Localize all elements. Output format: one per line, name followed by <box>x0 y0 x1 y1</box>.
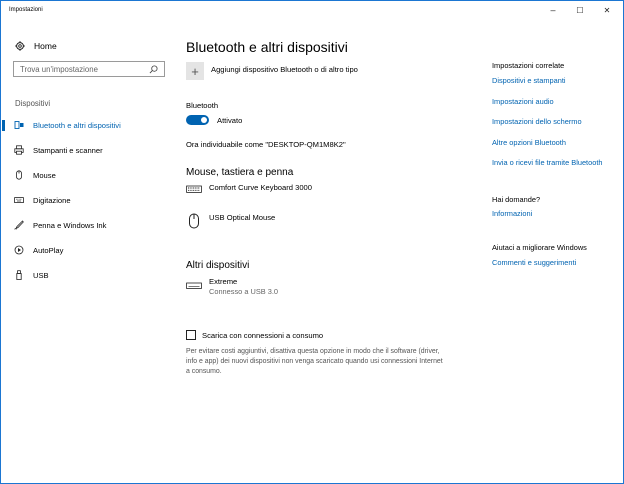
keyboard-icon <box>186 183 202 193</box>
link-devices-printers[interactable]: Dispositivi e stampanti <box>492 76 566 85</box>
bluetooth-state: Attivato <box>217 115 243 125</box>
bluetooth-toggle-row: Attivato <box>186 115 242 125</box>
sidebar-item-label: AutoPlay <box>33 245 64 255</box>
sidebar-item-label: Digitazione <box>33 195 71 205</box>
sidebar-item-printers[interactable]: Stampanti e scanner <box>1 140 173 160</box>
home-label: Home <box>34 41 57 51</box>
add-device-button[interactable]: + Aggiungi dispositivo Bluetooth o di al… <box>186 62 358 80</box>
other-section-title: Altri dispositivi <box>186 260 250 271</box>
home-nav-item[interactable]: Home <box>15 41 57 51</box>
autoplay-icon <box>14 245 24 255</box>
device-name: Comfort Curve Keyboard 3000 <box>209 183 312 192</box>
gear-icon <box>15 41 25 51</box>
sidebar-item-label: Mouse <box>33 170 56 180</box>
discoverable-text: Ora individuabile come "DESKTOP-QM1M8K2" <box>186 140 346 149</box>
related-settings-panel: Impostazioni correlate Dispositivi e sta… <box>492 19 622 484</box>
sidebar-section-label: Dispositivi <box>15 99 51 108</box>
search-input[interactable] <box>14 64 144 74</box>
metered-checkbox[interactable] <box>186 330 196 340</box>
main-content: Bluetooth e altri dispositivi + Aggiungi… <box>173 19 473 484</box>
sidebar-item-mouse[interactable]: Mouse <box>1 165 173 185</box>
sidebar-item-usb[interactable]: USB <box>1 265 173 285</box>
mouse-section-title: Mouse, tastiera e penna <box>186 167 294 178</box>
bluetooth-devices-icon <box>14 120 24 130</box>
link-display-settings[interactable]: Impostazioni dello schermo <box>492 117 582 126</box>
maximize-button[interactable]: ☐ <box>566 1 594 19</box>
sidebar: Home Dispositivi Bluetooth e altri dispo… <box>1 19 173 484</box>
device-status: Connesso a USB 3.0 <box>209 287 279 296</box>
page-title: Bluetooth e altri dispositivi <box>186 39 348 55</box>
device-name: USB Optical Mouse <box>209 213 276 222</box>
plus-icon: + <box>186 62 204 80</box>
device-name: Extreme <box>209 277 238 286</box>
title-bar[interactable]: Impostazioni – ☐ ✕ <box>1 1 623 19</box>
window-title: Impostazioni <box>9 7 43 13</box>
settings-window: Impostazioni – ☐ ✕ Home Dispositivi <box>0 0 624 484</box>
sidebar-item-label: Bluetooth e altri dispositivi <box>33 120 121 130</box>
link-info[interactable]: Informazioni <box>492 209 532 218</box>
device-keyboard[interactable]: Comfort Curve Keyboard 3000 <box>186 183 312 193</box>
improve-heading: Aiutaci a migliorare Windows <box>492 243 587 252</box>
add-device-label: Aggiungi dispositivo Bluetooth o di altr… <box>211 64 358 74</box>
bluetooth-toggle[interactable] <box>186 115 209 125</box>
link-more-bluetooth[interactable]: Altre opzioni Bluetooth <box>492 138 566 147</box>
minimize-button[interactable]: – <box>539 1 567 19</box>
sidebar-item-label: Stampanti e scanner <box>33 145 103 155</box>
sidebar-item-label: USB <box>33 270 49 280</box>
mouse-icon <box>186 213 202 229</box>
sidebar-item-bluetooth[interactable]: Bluetooth e altri dispositivi <box>1 115 173 135</box>
close-button[interactable]: ✕ <box>593 1 621 19</box>
bluetooth-label: Bluetooth <box>186 101 219 110</box>
metered-description: Per evitare costi aggiuntivi, disattiva … <box>186 348 443 375</box>
sidebar-item-autoplay[interactable]: AutoPlay <box>1 240 173 260</box>
pen-icon <box>14 220 24 230</box>
sidebar-item-pen[interactable]: Penna e Windows Ink <box>1 215 173 235</box>
link-feedback[interactable]: Commenti e suggerimenti <box>492 258 576 267</box>
printer-icon <box>14 145 24 155</box>
device-mouse[interactable]: USB Optical Mouse <box>186 213 275 229</box>
device-extreme[interactable]: Extreme Connesso a USB 3.0 <box>186 277 278 296</box>
metered-checkbox-row[interactable]: Scarica con connessioni a consumo <box>186 330 323 340</box>
link-send-receive-bluetooth[interactable]: Invia o ricevi file tramite Bluetooth <box>492 158 603 167</box>
link-audio-settings[interactable]: Impostazioni audio <box>492 97 554 106</box>
search-icon <box>149 65 158 74</box>
usb-drive-icon <box>186 282 202 290</box>
keyboard-icon <box>14 195 24 205</box>
sidebar-item-typing[interactable]: Digitazione <box>1 190 173 210</box>
sidebar-item-label: Penna e Windows Ink <box>33 220 107 230</box>
questions-heading: Hai domande? <box>492 195 541 204</box>
mouse-icon <box>14 170 24 180</box>
search-box[interactable] <box>13 61 165 77</box>
related-heading: Impostazioni correlate <box>492 61 565 70</box>
metered-checkbox-label: Scarica con connessioni a consumo <box>202 330 324 340</box>
usb-icon <box>14 270 24 280</box>
